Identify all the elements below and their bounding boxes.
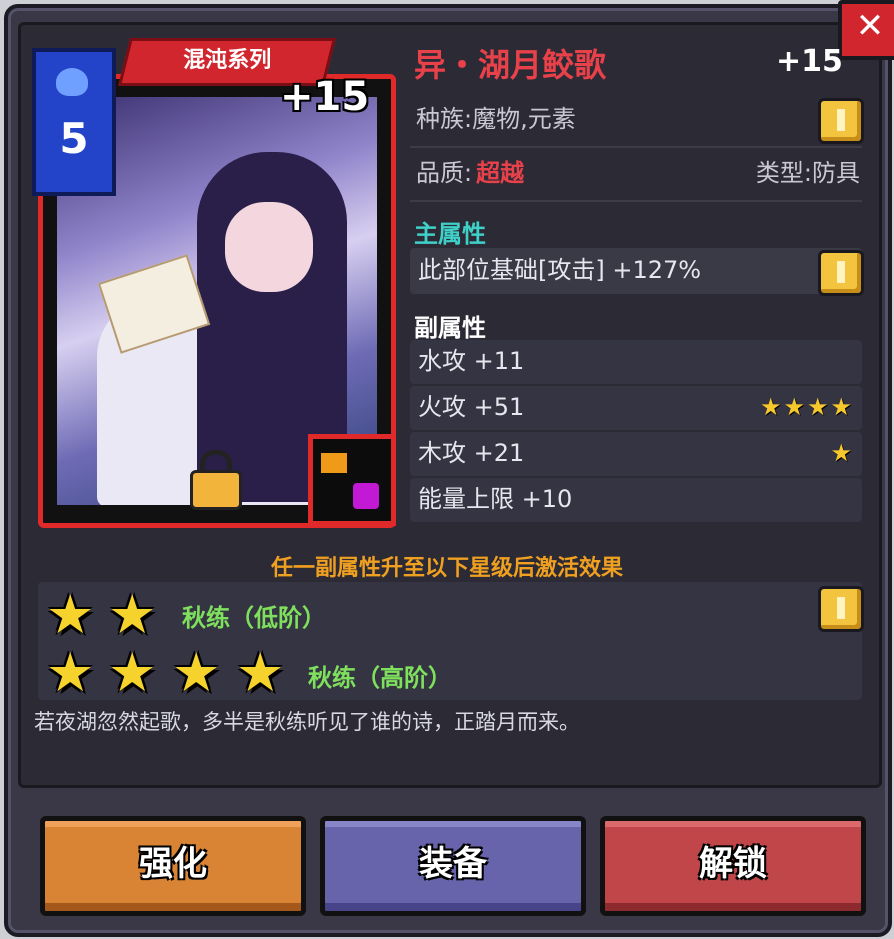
star-icon: ★ xyxy=(108,641,157,704)
main-attr-row: 此部位基础[攻击] +127% xyxy=(410,248,862,294)
item-enhance-level: +15 xyxy=(776,44,843,79)
lock-body xyxy=(190,470,242,510)
star-icon: ★ xyxy=(830,439,854,467)
equip-button[interactable]: 装备 xyxy=(320,816,586,916)
item-description: 若夜湖忽然起歌，多半是秋练听见了谁的诗，正踏月而来。 xyxy=(34,710,580,734)
set-tier-1-name: 秋练（低阶） xyxy=(182,604,326,632)
enhance-button[interactable]: 强化 xyxy=(40,816,306,916)
star-icon: ★ xyxy=(46,641,95,704)
sub-attr-text: 水攻 +11 xyxy=(418,347,525,375)
card-enhance-level: +15 xyxy=(280,74,370,120)
item-card: 5 混沌系列 +15 xyxy=(32,38,396,528)
quality-label: 品质: xyxy=(416,159,473,187)
quality-value: 超越 xyxy=(476,159,525,187)
set-effect-title: 任一副属性升至以下星级后激活效果 xyxy=(270,556,623,581)
coin-icon[interactable] xyxy=(818,98,864,144)
set-tier-2-name: 秋练（高阶） xyxy=(308,664,452,692)
star-icon: ★ xyxy=(172,641,221,704)
race-row: 种族:魔物,元素 xyxy=(410,96,862,148)
level-badge: 5 xyxy=(32,48,116,196)
star-icon: ★ xyxy=(46,583,95,646)
unlock-button[interactable]: 解锁 xyxy=(600,816,866,916)
orange-rune-icon xyxy=(321,453,347,473)
sub-attr-text: 火攻 +51 xyxy=(418,393,525,421)
close-button[interactable]: ✕ xyxy=(838,0,894,60)
sub-attr-row: 火攻 +51 ★★★★ xyxy=(410,386,862,430)
sub-attr-label: 副属性 xyxy=(414,314,486,342)
star-icon: ★ xyxy=(108,583,157,646)
close-icon: ✕ xyxy=(855,6,885,46)
series-label: 混沌系列 xyxy=(183,48,272,73)
type-text: 类型:防具 xyxy=(755,159,860,187)
sub-attr-row: 能量上限 +10 xyxy=(410,478,862,522)
sub-attr-row: 水攻 +11 xyxy=(410,340,862,384)
main-attr-value: 此部位基础[攻击] +127% xyxy=(418,256,702,284)
rune-slot xyxy=(308,434,396,526)
main-attr-label: 主属性 xyxy=(414,220,486,248)
quality-row: 品质: 超越 类型:防具 xyxy=(410,150,862,202)
coin-icon[interactable] xyxy=(818,586,864,632)
item-name: 异・湖月鲛歌 xyxy=(414,46,607,84)
star-icon: ★★★★ xyxy=(759,393,854,421)
lock-icon[interactable] xyxy=(188,450,242,510)
coin-icon[interactable] xyxy=(818,250,864,296)
set-effect-box: ★ ★ 秋练（低阶） ★ ★ ★ ★ 秋练（高阶） xyxy=(38,582,862,700)
sub-attr-text: 能量上限 +10 xyxy=(418,485,573,513)
artwork-face xyxy=(225,202,313,292)
race-text: 种族:魔物,元素 xyxy=(416,105,576,133)
gem-icon xyxy=(56,68,88,96)
card-level: 5 xyxy=(59,114,89,163)
sub-attr-row: 木攻 +21 ★ xyxy=(410,432,862,476)
star-icon: ★ xyxy=(236,641,285,704)
sub-attr-text: 木攻 +21 xyxy=(418,439,525,467)
purple-rune-icon xyxy=(353,483,379,509)
